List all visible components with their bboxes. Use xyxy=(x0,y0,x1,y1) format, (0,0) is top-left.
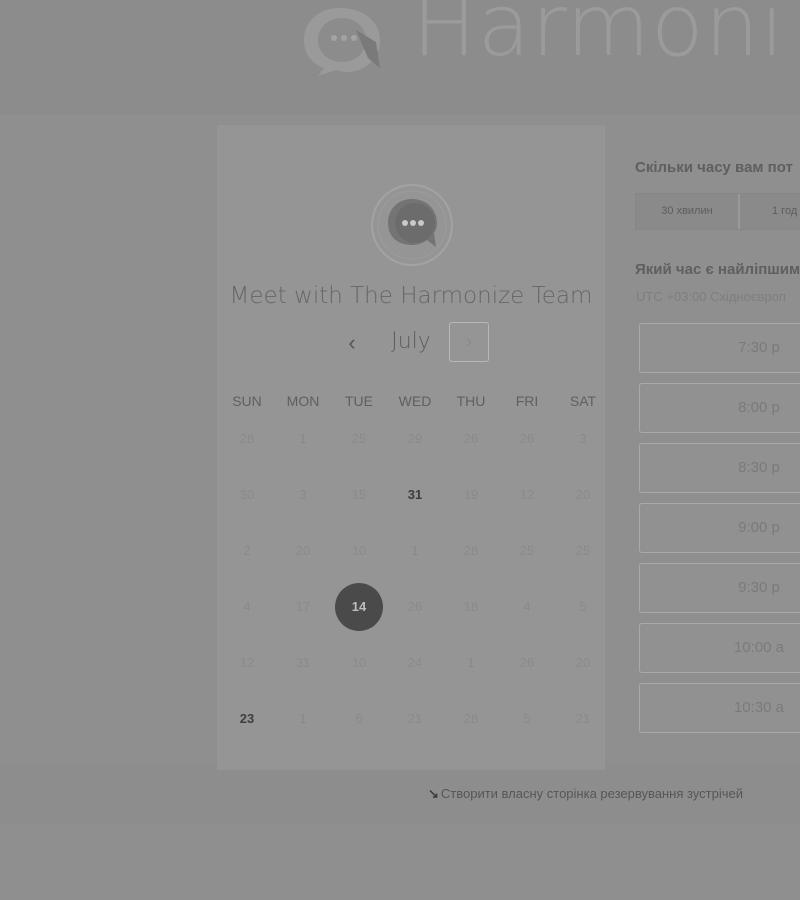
calendar-day: 28 xyxy=(239,431,255,446)
calendar-day: 31 xyxy=(295,655,311,670)
duration-option-1h[interactable]: 1 год xyxy=(740,194,800,229)
calendar-day: 21 xyxy=(575,711,591,726)
calendar-day: 4 xyxy=(523,599,531,614)
time-slot-button[interactable]: 9:00 p xyxy=(639,503,800,553)
calendar-day: 3 xyxy=(299,487,307,502)
calendar-day: 26 xyxy=(463,431,479,446)
calendar-day: 28 xyxy=(463,711,479,726)
calendar-day: 25 xyxy=(519,543,535,558)
calendar-day: 28 xyxy=(463,543,479,558)
previous-month-button[interactable]: ‹ xyxy=(339,327,365,359)
calendar-day: 25 xyxy=(351,431,367,446)
create-booking-page-text: Створити власну сторінка резервування зу… xyxy=(440,786,743,801)
calendar-day: 21 xyxy=(407,711,423,726)
calendar-day: 1 xyxy=(467,655,475,670)
weekday-label: TUE xyxy=(345,393,373,409)
weekday-label: THU xyxy=(456,393,486,409)
brand-wordmark: Harmoni xyxy=(412,0,786,76)
calendar-day: 5 xyxy=(579,599,587,614)
time-slot-button[interactable]: 9:30 p xyxy=(639,563,800,613)
selected-day[interactable]: 14 xyxy=(335,583,383,631)
duration-option-30min[interactable]: 30 хвилин xyxy=(636,194,738,229)
weekday-label: SAT xyxy=(569,393,597,409)
time-slot-button[interactable]: 8:30 p xyxy=(639,443,800,493)
calendar-day: 20 xyxy=(575,655,591,670)
time-question: Який час є найліпшим xyxy=(635,261,800,278)
calendar-day: 19 xyxy=(463,487,479,502)
timezone-label[interactable]: UTC +03:00 Східноєвроп xyxy=(636,289,786,304)
next-month-button[interactable]: › xyxy=(449,322,489,362)
duration-toggle: 30 хвилин 1 год xyxy=(635,193,800,230)
duration-question: Скільки часу вам пот xyxy=(635,159,793,176)
calendar-day: 20 xyxy=(295,543,311,558)
calendar-day: 1 xyxy=(299,711,307,726)
calendar-day: 3 xyxy=(579,431,587,446)
calendar-day: 25 xyxy=(575,543,591,558)
calendar-day: 20 xyxy=(575,487,591,502)
weekday-label: SUN xyxy=(232,393,262,409)
calendar-day: 18 xyxy=(463,599,479,614)
available-day[interactable]: 23 xyxy=(219,709,275,729)
team-avatar-icon xyxy=(371,184,453,266)
calendar-day: 26 xyxy=(519,431,535,446)
arrow-icon: ↘ xyxy=(428,786,439,801)
chat-bubble-logo-icon xyxy=(304,8,380,76)
calendar-day: 10 xyxy=(351,655,367,670)
calendar-day: 29 xyxy=(407,431,423,446)
calendar-day: 5 xyxy=(523,711,531,726)
top-header: Harmoni xyxy=(0,0,800,115)
calendar-day: 10 xyxy=(351,543,367,558)
calendar-day: 1 xyxy=(299,431,307,446)
time-slot-button[interactable]: 7:30 p xyxy=(639,323,800,373)
calendar-day: 26 xyxy=(407,599,423,614)
available-day[interactable]: 31 xyxy=(387,485,443,505)
calendar-day: 12 xyxy=(239,655,255,670)
weekday-label: FRI xyxy=(515,393,539,409)
calendar-day: 4 xyxy=(243,599,251,614)
calendar-day: 6 xyxy=(355,711,363,726)
calendar-day: 2 xyxy=(243,543,251,558)
calendar-day: 24 xyxy=(407,655,423,670)
weekday-label: WED xyxy=(398,393,432,409)
month-navigation: ‹ July › xyxy=(217,321,605,365)
weekday-label: MON xyxy=(286,393,320,409)
booking-card: Meet with The Harmonize Team ‹ July › SU… xyxy=(217,125,605,770)
calendar-day: 1 xyxy=(411,543,419,558)
calendar-day: 17 xyxy=(295,599,311,614)
calendar-day: 30 xyxy=(239,487,255,502)
meeting-title: Meet with The Harmonize Team xyxy=(229,283,593,309)
time-slot-button[interactable]: 10:00 a xyxy=(639,623,800,673)
time-slot-button[interactable]: 8:00 p xyxy=(639,383,800,433)
month-label: July xyxy=(391,329,431,354)
calendar-day: 26 xyxy=(519,655,535,670)
calendar-day: 15 xyxy=(351,487,367,502)
time-slot-button[interactable]: 10:30 a xyxy=(639,683,800,733)
calendar-day: 12 xyxy=(519,487,535,502)
create-booking-page-link[interactable]: ↘ Створити власну сторінка резервування з… xyxy=(428,786,743,802)
